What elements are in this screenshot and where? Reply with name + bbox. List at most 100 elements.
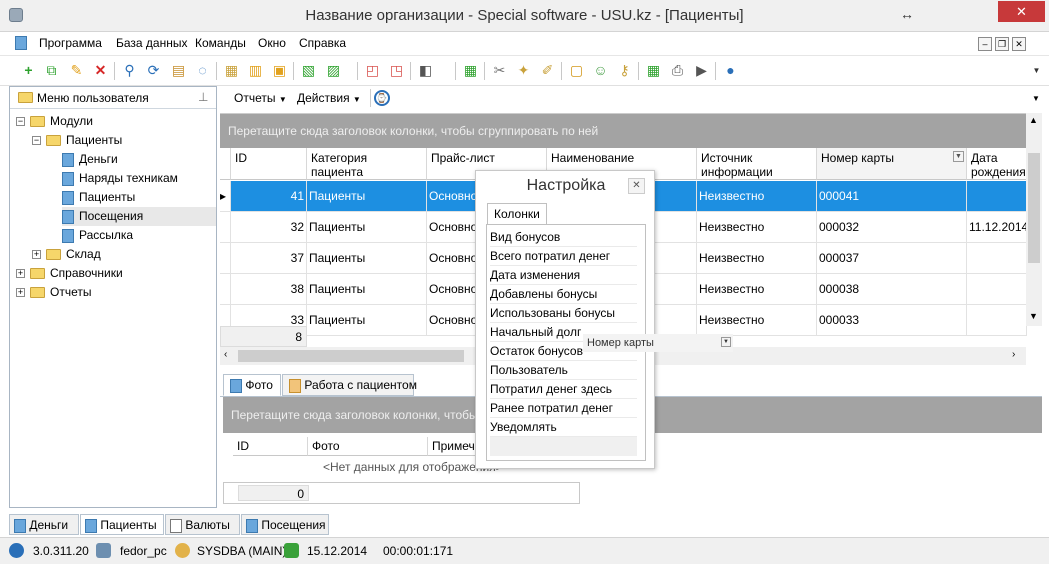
scroll-up-icon[interactable]: ▲: [1029, 115, 1038, 125]
folder-list-icon[interactable]: ▥: [247, 62, 264, 79]
cell-dob[interactable]: [967, 181, 1027, 212]
scroll-thumb[interactable]: [1028, 153, 1040, 263]
cell-id[interactable]: 32: [231, 212, 307, 243]
pin-icon[interactable]: ⊥: [198, 90, 208, 104]
printer-icon[interactable]: ⎙: [669, 62, 686, 79]
column-chooser-item[interactable]: Вид бонусов: [490, 228, 637, 247]
column-chooser-item[interactable]: Всего потратил денег: [490, 247, 637, 266]
tree-item[interactable]: + Склад: [32, 245, 216, 264]
cell-category[interactable]: Пациенты: [307, 274, 427, 305]
window-icon[interactable]: ◳: [388, 62, 405, 79]
expand-icon[interactable]: +: [16, 269, 25, 278]
cell-dob[interactable]: [967, 243, 1027, 274]
col-id[interactable]: ID: [231, 148, 307, 180]
tab-photo[interactable]: Фото: [223, 374, 281, 396]
menu-program[interactable]: Программа: [39, 36, 102, 50]
clock-icon[interactable]: ⌚: [374, 90, 390, 106]
cell-card[interactable]: 000037: [817, 243, 967, 274]
cell-id[interactable]: 37: [231, 243, 307, 274]
reports-menu[interactable]: Отчеты ▼: [234, 91, 287, 105]
row-indicator[interactable]: [220, 274, 231, 305]
filter-icon[interactable]: ▤: [170, 62, 187, 79]
toolbar-overflow-icon[interactable]: ▼: [1028, 62, 1045, 79]
collapse-icon[interactable]: −: [16, 117, 25, 126]
close-window-button[interactable]: ✕: [998, 1, 1045, 22]
cell-card[interactable]: 000041: [817, 181, 967, 212]
cell-dob[interactable]: 11.12.2014: [967, 212, 1027, 243]
cell-dob[interactable]: [967, 305, 1027, 336]
tools-icon[interactable]: ✂: [491, 62, 508, 79]
add-icon[interactable]: +: [20, 62, 37, 79]
column-chooser-item[interactable]: Пользователь: [490, 361, 637, 380]
filter-dropdown-icon[interactable]: ▼: [953, 151, 964, 162]
tree-item[interactable]: Рассылка: [62, 226, 216, 245]
cell-card[interactable]: 000038: [817, 274, 967, 305]
group-by-area[interactable]: Перетащите сюда заголовок колонки, чтобы…: [220, 114, 1026, 148]
column-chooser-item[interactable]: Уведомлять: [490, 418, 637, 437]
row-indicator[interactable]: [220, 212, 231, 243]
column-chooser-item[interactable]: Дата изменения: [490, 266, 637, 285]
comment-icon[interactable]: ◌: [194, 62, 211, 79]
tree-item[interactable]: + Справочники: [16, 264, 216, 283]
tree-item[interactable]: + Отчеты: [16, 283, 216, 302]
window-tab-money[interactable]: Деньги: [9, 514, 79, 535]
col-info-source[interactable]: Источник информации: [697, 148, 817, 180]
play-icon[interactable]: ▶: [693, 62, 710, 79]
cell-id[interactable]: 41: [231, 181, 307, 212]
search-icon[interactable]: ⚲: [121, 62, 138, 79]
row-indicator[interactable]: ▸: [220, 181, 231, 212]
mdi-minimize-button[interactable]: –: [978, 37, 992, 51]
import-icon[interactable]: ▨: [325, 62, 342, 79]
col-birth-date[interactable]: Дата рождения: [967, 148, 1027, 180]
cell-card[interactable]: 000032: [817, 212, 967, 243]
menu-window[interactable]: Окно: [258, 36, 286, 50]
hscroll-thumb[interactable]: [238, 350, 464, 362]
gift-icon[interactable]: ▦: [223, 62, 240, 79]
cell-card[interactable]: 000033: [817, 305, 967, 336]
scroll-left-icon[interactable]: ‹: [224, 349, 227, 360]
calendar-icon[interactable]: ▦: [462, 62, 479, 79]
delete-icon[interactable]: ✕: [92, 62, 109, 79]
window-tab-currencies[interactable]: Валюты: [165, 514, 240, 535]
users-icon[interactable]: ☺: [592, 62, 609, 79]
window-tab-visits[interactable]: Посещения: [241, 514, 329, 535]
folder-up-icon[interactable]: ▣: [271, 62, 288, 79]
main-bar-overflow-icon[interactable]: ▼: [1032, 94, 1040, 103]
expand-icon[interactable]: +: [16, 288, 25, 297]
tab-columns[interactable]: Колонки: [487, 203, 547, 224]
edit-icon[interactable]: ✎: [68, 62, 85, 79]
new-window-icon[interactable]: ◰: [364, 62, 381, 79]
mdi-close-button[interactable]: ✕: [1012, 37, 1026, 51]
info-icon[interactable]: ●: [722, 62, 739, 79]
cell-source[interactable]: Неизвестно: [697, 181, 817, 212]
print-preview-icon[interactable]: ◧: [417, 62, 434, 79]
tree-item[interactable]: − Модули: [16, 112, 216, 131]
column-chooser-item[interactable]: Добавлены бонусы: [490, 285, 637, 304]
pencil-icon[interactable]: ✐: [539, 62, 556, 79]
expand-icon[interactable]: +: [32, 250, 41, 259]
scroll-right-icon[interactable]: ›: [1012, 349, 1015, 360]
cell-category[interactable]: Пациенты: [307, 243, 427, 274]
cell-source[interactable]: Неизвестно: [697, 305, 817, 336]
cell-id[interactable]: 38: [231, 274, 307, 305]
column-chooser-item[interactable]: Использованы бонусы: [490, 304, 637, 323]
col-category[interactable]: Категория пациента: [307, 148, 427, 180]
menu-database[interactable]: База данных: [116, 36, 187, 50]
cell-source[interactable]: Неизвестно: [697, 212, 817, 243]
menu-help[interactable]: Справка: [299, 36, 346, 50]
actions-menu[interactable]: Действия ▼: [297, 91, 361, 105]
collapse-icon[interactable]: −: [32, 136, 41, 145]
row-indicator[interactable]: [220, 243, 231, 274]
column-chooser-item[interactable]: Ранее потратил денег: [490, 399, 637, 418]
tree-item[interactable]: Посещения: [62, 207, 216, 226]
key-icon[interactable]: ⚷: [616, 62, 633, 79]
mdi-restore-button[interactable]: ❐: [995, 37, 1009, 51]
table-icon[interactable]: ▦: [645, 62, 662, 79]
lock-icon[interactable]: ▢: [568, 62, 585, 79]
cell-category[interactable]: Пациенты: [307, 181, 427, 212]
paint-icon[interactable]: ✦: [515, 62, 532, 79]
cell-category[interactable]: Пациенты: [307, 212, 427, 243]
scroll-down-icon[interactable]: ▼: [1029, 311, 1038, 321]
tree-item[interactable]: − Пациенты: [32, 131, 216, 150]
refresh-icon[interactable]: ⟳: [145, 62, 162, 79]
